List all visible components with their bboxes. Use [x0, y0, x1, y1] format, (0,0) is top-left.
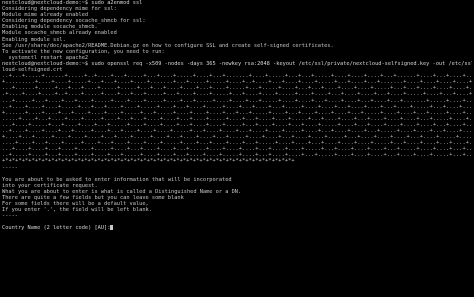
terminal-line: ...+.....+...+....+...+....+.....+....+.…: [2, 97, 472, 104]
terminal-line: ..+....+....+....+.....+...+...+....+...…: [2, 103, 472, 110]
terminal-window[interactable]: nextcloud@nextcloud-demo:~$ sudo a2enmod…: [0, 0, 474, 297]
country-name-prompt[interactable]: Country Name (2 letter code) [AU]:: [2, 225, 472, 231]
terminal-line: +......+....+....+...+....+....+....+...…: [2, 109, 472, 116]
terminal-line: .+....+....+....+..+....+.....+....+...+…: [2, 91, 472, 98]
prompt-text: Country Name (2 letter code) [AU]:: [2, 225, 111, 232]
terminal-line: .....+....+...+....+....+.....+....+...+…: [2, 115, 472, 122]
terminal-line: nextcloud@nextcloud-demo:~$ sudo openssl…: [2, 60, 472, 67]
text-cursor: [110, 225, 114, 231]
